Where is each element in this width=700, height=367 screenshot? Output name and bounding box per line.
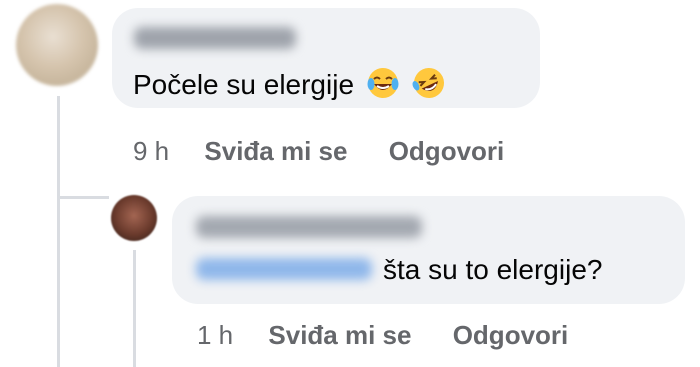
comment-meta: 9 h Sviđa mi se Odgovori [133,136,538,166]
reply-thread-line [133,250,136,367]
like-button[interactable]: Sviđa mi se [204,136,347,166]
author-name-blurred[interactable] [134,27,296,49]
reply-button[interactable]: Odgovori [453,320,569,350]
tears-of-joy-emoji-icon [366,66,400,107]
comment-timestamp[interactable]: 9 h [133,136,169,166]
reply-button[interactable]: Odgovori [389,136,505,166]
mention-link-blurred[interactable] [196,258,372,280]
comment-text: šta su to elergije? [383,254,603,285]
comment-text-content: Počele su elergije [133,69,355,100]
avatar[interactable] [111,195,157,241]
comment-meta: 1 h Sviđa mi se Odgovori [197,320,602,350]
like-button[interactable]: Sviđa mi se [268,320,411,350]
avatar[interactable] [16,4,98,86]
comment-timestamp[interactable]: 1 h [197,320,233,350]
rolling-laughing-emoji-icon [412,66,446,107]
author-name-blurred[interactable] [196,216,422,238]
comment-bubble [172,196,685,304]
comment-text: Počele su elergije [133,66,446,107]
thread-line [57,96,60,367]
thread-branch [57,196,109,199]
